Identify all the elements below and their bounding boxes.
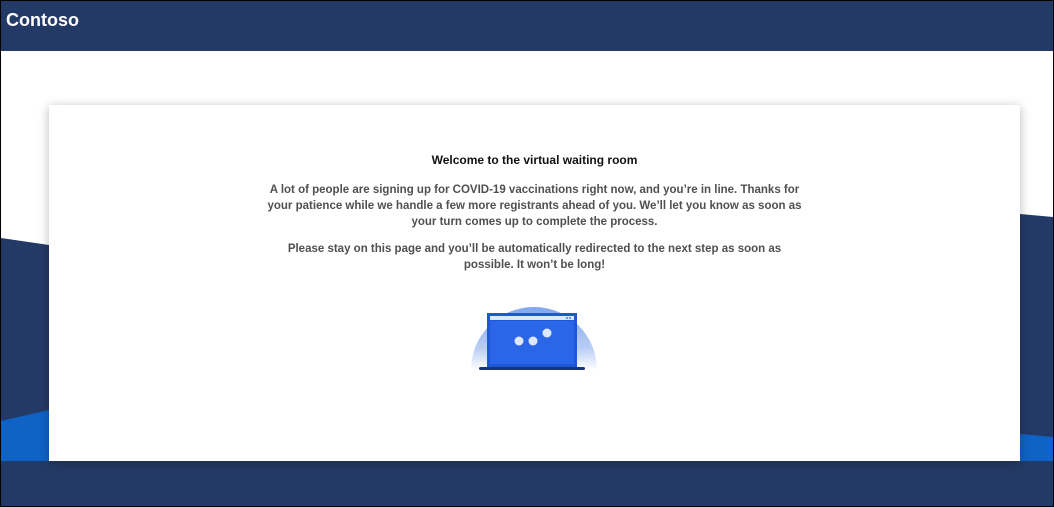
card-paragraph-status: A lot of people are signing up for COVID… (267, 184, 802, 228)
brand-logo-text: Contoso (6, 10, 79, 30)
laptop-loading-icon (471, 307, 597, 370)
page-frame: Contoso Welcome to the virtual waiting r… (0, 0, 1054, 507)
waiting-room-card: Welcome to the virtual waiting room A lo… (49, 105, 1020, 461)
card-paragraph-redirect: Please stay on this page and you’ll be a… (287, 243, 782, 271)
top-bar: Contoso (1, 1, 1053, 51)
card-title: Welcome to the virtual waiting room (431, 153, 638, 167)
